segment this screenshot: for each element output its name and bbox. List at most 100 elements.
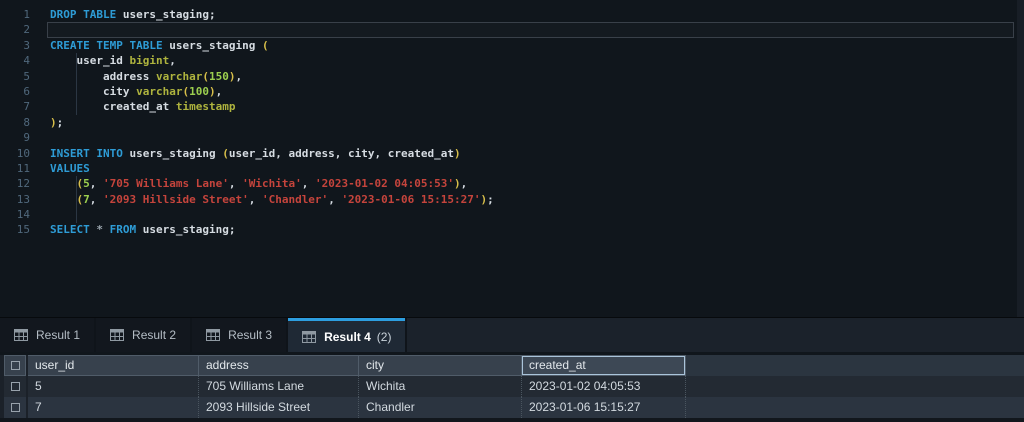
code-token: , [302,177,315,190]
code-line-14[interactable] [47,207,1014,222]
code-token: * [96,223,103,236]
code-token: TABLE [130,39,163,52]
code-line-1[interactable]: DROP TABLE users_staging; [47,7,1014,22]
code-token: 7 [83,193,90,206]
code-token: INTO [96,147,123,160]
editor-pane[interactable]: 123456789101112131415 DROP TABLE users_s… [0,0,1024,317]
tab-result-1[interactable]: Result 1 [0,318,94,352]
row-checkbox-cell [4,397,26,418]
indent-guide [76,53,77,115]
code-line-4[interactable]: user_id bigint, [47,53,1014,68]
code-line-10[interactable]: INSERT INTO users_staging (user_id, addr… [47,146,1014,161]
code-token: users_staging [123,147,222,160]
header-cell-user-id[interactable]: user_id [28,355,199,376]
code-token: 150 [209,70,229,83]
cell-created-at[interactable]: 2023-01-06 15:15:27 [522,397,686,418]
code-token: '2093 Hillside Street' [103,193,249,206]
results-tab-bar: Result 1 Result 2 Result 3Result 4(2) [0,317,1024,352]
cell-address[interactable]: 2093 Hillside Street [199,397,359,418]
code-token: 100 [189,85,209,98]
line-number: 5 [0,69,30,84]
cell-city[interactable]: Wichita [359,376,522,397]
code-line-6[interactable]: city varchar(100), [47,84,1014,99]
line-number: 9 [0,130,30,145]
code-token: , [235,70,242,83]
code-token: varchar [136,85,182,98]
code-token: , [169,54,176,67]
row-checkbox[interactable] [11,403,20,412]
tab-result-2[interactable]: Result 2 [96,318,190,352]
line-number: 4 [0,53,30,68]
select-all-checkbox[interactable] [11,361,20,370]
code-token: '2023-01-06 15:15:27' [341,193,480,206]
code-token: TEMP [96,39,123,52]
line-number: 12 [0,176,30,191]
grid-header-row: user_idaddresscitycreated_at [0,355,1024,376]
code-token: ; [57,116,64,129]
sql-editor-window: 123456789101112131415 DROP TABLE users_s… [0,0,1024,422]
code-line-13[interactable]: (7, '2093 Hillside Street', 'Chandler', … [47,192,1014,207]
tab-result-3[interactable]: Result 3 [192,318,286,352]
code-line-7[interactable]: created_at timestamp [47,99,1014,114]
code-token: , [216,85,223,98]
code-token: , [90,177,103,190]
code-token: created_at [50,100,176,113]
code-token: bigint [129,54,169,67]
table-icon [14,329,28,341]
code-token: ( [262,39,269,52]
table-icon [206,329,220,341]
code-line-9[interactable] [47,130,1014,145]
row-checkbox-cell [4,376,26,397]
row-checkbox[interactable] [11,382,20,391]
code-line-8[interactable]: ); [47,115,1014,130]
code-line-11[interactable]: VALUES [47,161,1014,176]
code-token: users_staging; [116,8,215,21]
code-token [50,177,77,190]
code-token: ) [209,85,216,98]
code-token: 5 [83,177,90,190]
header-cell-address[interactable]: address [199,355,359,376]
cell-user-id[interactable]: 7 [28,397,199,418]
code-token: , [461,177,468,190]
table-row[interactable]: 72093 Hillside StreetChandler2023-01-06 … [0,397,1024,418]
code-token: '2023-01-02 04:05:53' [315,177,454,190]
line-number: 1 [0,7,30,22]
cell-city[interactable]: Chandler [359,397,522,418]
code-token: SELECT [50,223,90,236]
code-token: ) [454,147,461,160]
code-token: , [229,177,242,190]
cell-address[interactable]: 705 Williams Lane [199,376,359,397]
code-token: , [249,193,262,206]
code-token: '705 Williams Lane' [103,177,229,190]
row-filler [686,376,1024,397]
code-line-15[interactable]: SELECT * FROM users_staging; [47,222,1014,237]
tab-label: Result 1 [36,328,80,342]
code-token: , [90,193,103,206]
header-cell-created-at[interactable]: created_at [522,355,686,376]
line-number: 2 [0,22,30,37]
code-line-5[interactable]: address varchar(150), [47,69,1014,84]
line-number: 3 [0,38,30,53]
code-token: user_id [50,54,129,67]
line-number: 13 [0,192,30,207]
tab-label: Result 4 [324,330,371,344]
cell-user-id[interactable]: 5 [28,376,199,397]
line-number: 15 [0,222,30,237]
code-token: DROP [50,8,77,21]
line-number: 6 [0,84,30,99]
editor-scrollbar[interactable] [1017,0,1024,317]
code-token [123,39,130,52]
header-cell-city[interactable]: city [359,355,522,376]
tab-label: Result 2 [132,328,176,342]
tab-result-4[interactable]: Result 4(2) [288,318,405,352]
code-line-2[interactable] [47,22,1014,37]
cell-created-at[interactable]: 2023-01-02 04:05:53 [522,376,686,397]
table-row[interactable]: 5705 Williams LaneWichita2023-01-02 04:0… [0,376,1024,397]
code-line-12[interactable]: (5, '705 Williams Lane', 'Wichita', '202… [47,176,1014,191]
code-token: timestamp [176,100,236,113]
code-line-3[interactable]: CREATE TEMP TABLE users_staging ( [47,38,1014,53]
line-number: 10 [0,146,30,161]
table-icon [110,329,124,341]
code-token: VALUES [50,162,90,175]
code-token [103,223,110,236]
